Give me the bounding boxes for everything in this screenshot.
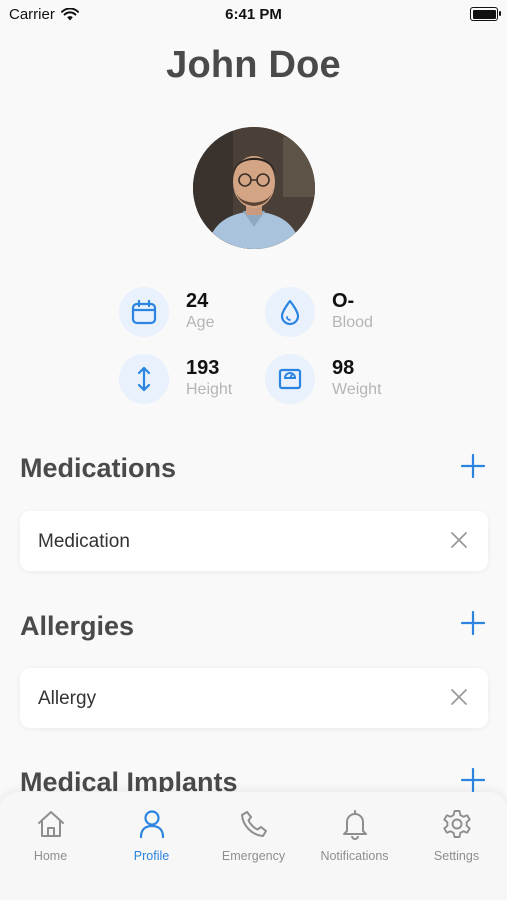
age-value: 24: [186, 290, 209, 312]
add-allergy-button[interactable]: [461, 611, 485, 635]
medications-title: Medications: [20, 453, 177, 483]
tab-home-label: Home: [33, 849, 68, 863]
scale-icon: [265, 354, 315, 404]
tab-notifications-label: Notifications: [320, 849, 389, 863]
drop-icon: [265, 287, 315, 337]
profile-name: John Doe: [166, 44, 341, 86]
remove-allergy-button[interactable]: [450, 688, 468, 706]
stat-weight: 98 Weight: [265, 354, 382, 404]
tab-home[interactable]: Home: [0, 792, 101, 872]
height-value: 193: [186, 357, 220, 379]
remove-medication-button[interactable]: [450, 531, 468, 549]
allergies-title: Allergies: [20, 611, 135, 641]
avatar-photo: [193, 127, 315, 249]
add-implant-button[interactable]: [461, 768, 485, 792]
avatar[interactable]: [193, 127, 315, 249]
allergy-item-label: Allergy: [38, 688, 97, 709]
person-icon: [139, 810, 164, 839]
medication-item[interactable]: Medication: [20, 511, 488, 571]
status-bar: Carrier 6:41 PM: [0, 0, 507, 30]
weight-label: Weight: [332, 381, 382, 398]
calendar-icon: [119, 287, 169, 337]
bell-icon: [342, 810, 367, 840]
medication-item-label: Medication: [38, 531, 130, 552]
clock: 6:41 PM: [225, 6, 282, 23]
stat-height: 193 Height: [119, 354, 232, 404]
gear-icon: [442, 810, 471, 838]
tab-notifications[interactable]: Notifications: [304, 792, 405, 872]
height-label: Height: [186, 381, 233, 398]
tab-profile[interactable]: Profile: [101, 792, 202, 872]
tab-settings[interactable]: Settings: [406, 792, 507, 872]
tab-emergency[interactable]: Emergency: [203, 792, 304, 872]
height-arrows-icon: [119, 354, 169, 404]
home-icon: [37, 811, 64, 837]
phone-icon: [240, 811, 267, 837]
allergy-item[interactable]: Allergy: [20, 668, 488, 728]
weight-value: 98: [332, 357, 355, 379]
tab-bar: Home Profile Emergency Notifications Set…: [0, 792, 507, 900]
age-label: Age: [186, 314, 215, 331]
tab-emergency-label: Emergency: [221, 849, 286, 863]
blood-label: Blood: [332, 314, 373, 331]
add-medication-button[interactable]: [461, 454, 485, 478]
blood-value: O-: [332, 290, 355, 312]
tab-profile-label: Profile: [133, 849, 170, 863]
tab-settings-label: Settings: [433, 849, 480, 863]
battery-icon: [470, 7, 501, 21]
stat-age: 24 Age: [119, 287, 214, 337]
stat-blood: O- Blood: [265, 287, 373, 337]
